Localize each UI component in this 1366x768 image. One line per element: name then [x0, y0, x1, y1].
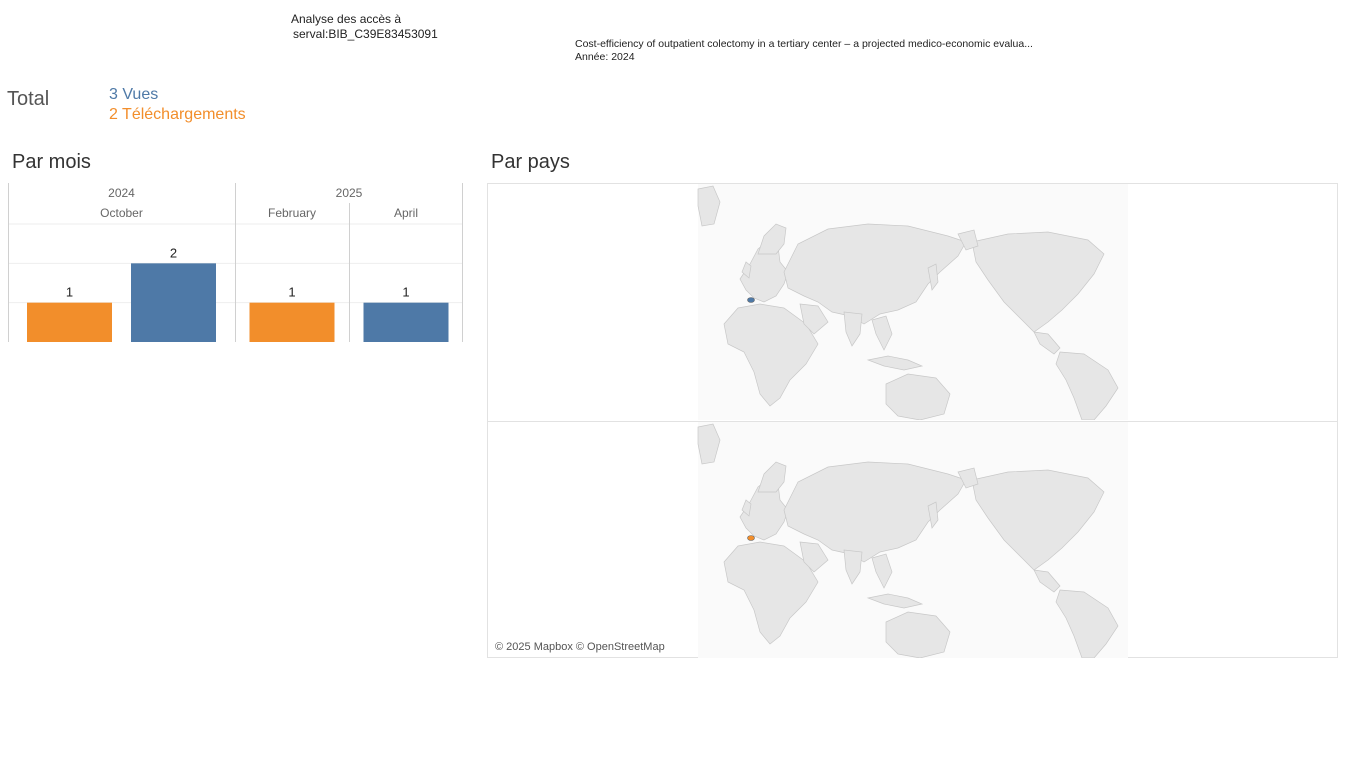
month-label: April — [394, 206, 418, 220]
map-credit: © 2025 Mapbox © OpenStreetMap — [495, 641, 665, 653]
by-country-title: Par pays — [491, 151, 570, 173]
bar-value-label: 2 — [170, 245, 177, 260]
document-year: Année: 2024 — [575, 51, 635, 63]
map-panel-downloads[interactable] — [488, 421, 1337, 658]
country-map[interactable]: © 2025 Mapbox © OpenStreetMap — [487, 183, 1338, 658]
total-views: 3 Vues — [109, 86, 159, 103]
page-title-line2: serval:BIB_C39E83453091 — [293, 27, 438, 41]
map-panel-views[interactable] — [488, 184, 1337, 420]
bar-value-label: 1 — [66, 285, 73, 300]
month-label: February — [268, 206, 316, 220]
bar-downloads — [249, 302, 335, 342]
total-downloads: 2 Téléchargements — [109, 106, 246, 123]
page-title-line1: Analyse des accès à — [291, 12, 402, 26]
document-title: Cost-efficiency of outpatient colectomy … — [575, 38, 1033, 50]
bar-value-label: 1 — [288, 285, 295, 300]
world-map-downloads — [697, 422, 1128, 658]
year-label: 2024 — [108, 186, 135, 200]
total-label: Total — [7, 88, 50, 110]
monthly-bar-chart-svg: 2024 2025 October February April 1 2 1 1 — [8, 183, 463, 342]
page-title: Analyse des accès à serval:BIB_C39E83453… — [291, 12, 438, 42]
document-info: Cost-efficiency of outpatient colectomy … — [575, 38, 1033, 64]
monthly-bar-chart: 2024 2025 October February April 1 2 1 1 — [8, 183, 463, 343]
country-marker-switzerland[interactable] — [747, 297, 755, 303]
by-month-title: Par mois — [12, 151, 91, 173]
bar-views — [131, 263, 216, 342]
world-map-views — [697, 184, 1128, 420]
bar-views — [363, 302, 449, 342]
month-label: October — [100, 206, 143, 220]
country-marker-switzerland[interactable] — [747, 535, 755, 541]
bar-value-label: 1 — [402, 285, 409, 300]
bar-downloads — [27, 302, 112, 342]
year-label: 2025 — [336, 186, 363, 200]
